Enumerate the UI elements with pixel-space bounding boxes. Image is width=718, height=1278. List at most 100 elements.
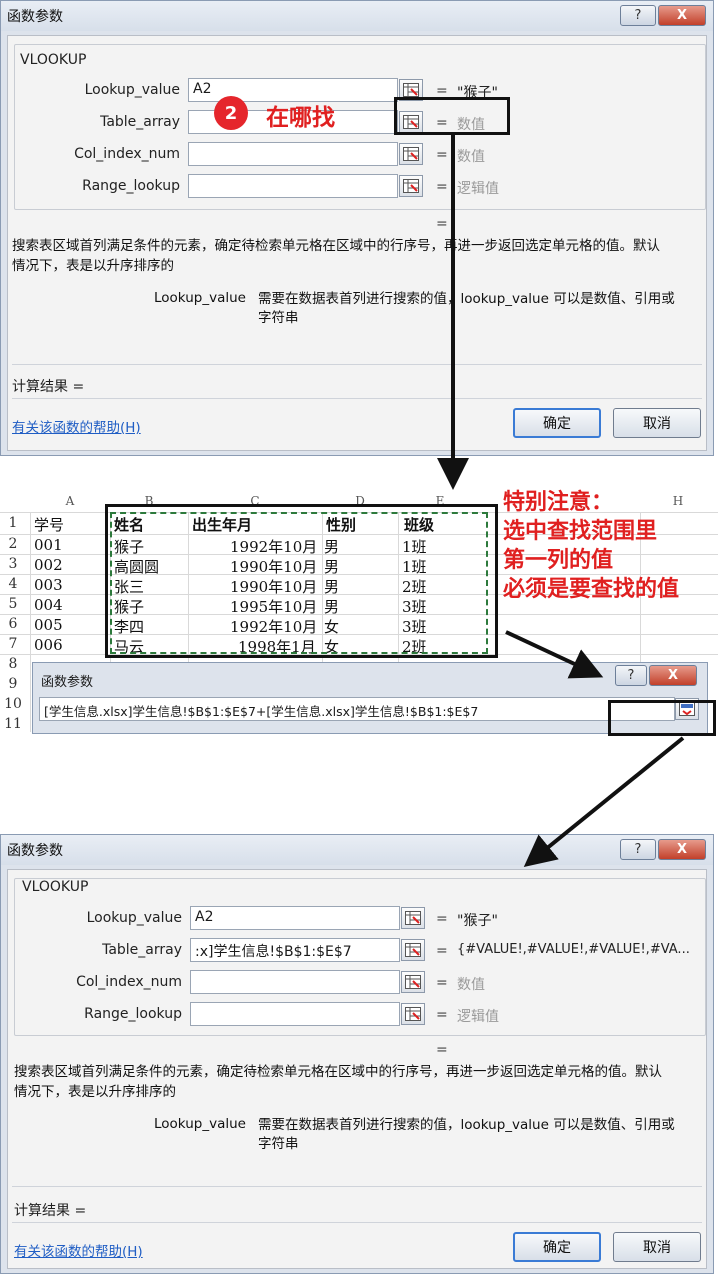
note-line: 第一列的值 <box>503 548 614 573</box>
description-line: 情况下，表是以升序排序的 <box>12 258 174 274</box>
close-button[interactable]: X <box>658 5 706 26</box>
function-name: VLOOKUP <box>22 879 89 895</box>
row-number: 7 <box>8 636 18 652</box>
arg-result: 逻辑值 <box>457 1009 499 1025</box>
equals-sign: = <box>436 179 448 195</box>
function-help-link[interactable]: 有关该函数的帮助(H) <box>12 416 141 436</box>
row-number: 6 <box>8 616 18 632</box>
collapse-ref-button[interactable] <box>399 143 423 165</box>
grid-line <box>30 512 31 732</box>
description-line: 搜索表区域首列满足条件的元素，确定待检索单元格在区域中的行序号，再进一步返回选定… <box>12 238 660 254</box>
function-args-dialog-1: 函数参数 ? X VLOOKUP Lookup_value A2 = "猴子" … <box>0 0 714 456</box>
col-index-num-input[interactable] <box>188 142 398 166</box>
range-select-icon <box>403 147 419 161</box>
arg-result: 数值 <box>457 149 485 165</box>
table-array-input[interactable]: :x]学生信息!$B$1:$E$7 <box>190 938 400 962</box>
function-help-link[interactable]: 有关该函数的帮助(H) <box>14 1240 143 1260</box>
cell-header[interactable]: 学号 <box>34 514 64 535</box>
dialog-titlebar: 函数参数 <box>1 1 713 31</box>
close-button[interactable]: X <box>658 839 706 860</box>
row-number: 1 <box>8 515 18 531</box>
cell-id[interactable]: 005 <box>34 616 63 634</box>
arg-label: Lookup_value <box>86 910 182 926</box>
highlight-box <box>608 700 716 736</box>
range-input[interactable]: [学生信息.xlsx]学生信息!$B$1:$E$7+[学生信息.xlsx]学生信… <box>39 697 675 721</box>
range-lookup-input[interactable] <box>190 1002 400 1026</box>
cell-id[interactable]: 003 <box>34 576 63 594</box>
cancel-button[interactable]: 取消 <box>613 408 701 438</box>
help-button[interactable]: ? <box>615 665 647 686</box>
help-icon: ? <box>627 668 635 683</box>
lookup-value-input[interactable]: A2 <box>190 906 400 930</box>
arg-result: 逻辑值 <box>457 181 499 197</box>
help-icon: ? <box>634 842 642 857</box>
close-icon: X <box>676 8 688 23</box>
cell-id[interactable]: 006 <box>34 636 63 654</box>
note-line: 选中查找范围里 <box>503 519 658 544</box>
annotation-where: 在哪找 <box>266 105 335 131</box>
arg-label: Range_lookup <box>82 178 180 194</box>
collapsed-args-dialog: 函数参数 ? X [学生信息.xlsx]学生信息!$B$1:$E$7+[学生信息… <box>32 662 708 734</box>
help-button[interactable]: ? <box>620 5 656 26</box>
close-icon: X <box>676 842 688 857</box>
cell-id[interactable]: 004 <box>34 596 63 614</box>
row-number: 5 <box>8 596 18 612</box>
function-description: 搜索表区域首列满足条件的元素，确定待检索单元格在区域中的行序号，再进一步返回选定… <box>12 236 702 276</box>
function-name: VLOOKUP <box>20 52 87 68</box>
collapse-ref-button[interactable] <box>401 1003 425 1025</box>
dialog-title: 函数参数 <box>7 9 63 25</box>
collapse-ref-button[interactable] <box>401 971 425 993</box>
arg-description: 需要在数据表首列进行搜索的值，lookup_value 可以是数值、引用或 字符… <box>258 290 703 328</box>
arg-result: {#VALUE!,#VALUE!,#VALUE!,#VA... <box>457 942 690 957</box>
collapse-ref-button[interactable] <box>399 175 423 197</box>
help-button[interactable]: ? <box>620 839 656 860</box>
dialog-title: 函数参数 <box>7 843 63 859</box>
close-icon: X <box>667 668 679 683</box>
arg-description-name: Lookup_value <box>154 290 246 306</box>
lookup-value-input[interactable]: A2 <box>188 78 398 102</box>
divider <box>12 364 702 365</box>
row-number: 2 <box>8 536 18 552</box>
close-button[interactable]: X <box>649 665 697 686</box>
note-line: 特别注意： <box>503 490 614 515</box>
range-select-icon <box>403 179 419 193</box>
dialog-body: VLOOKUP Lookup_value A2 = "猴子" Table_arr… <box>7 869 707 1269</box>
arg-label: Lookup_value <box>84 82 180 98</box>
ok-button[interactable]: 确定 <box>513 1232 601 1262</box>
arg-label: Table_array <box>102 942 182 958</box>
divider <box>12 398 702 399</box>
function-result-equals: = <box>436 216 448 232</box>
cell-id[interactable]: 001 <box>34 536 63 554</box>
collapse-ref-button[interactable] <box>401 939 425 961</box>
arg-description-line: 字符串 <box>258 1136 299 1152</box>
range-select-icon <box>405 975 421 989</box>
arg-description-name: Lookup_value <box>154 1116 246 1132</box>
dialog-titlebar: 函数参数 <box>1 835 713 865</box>
dialog-title: 函数参数 <box>41 675 94 690</box>
arg-label: Table_array <box>100 114 180 130</box>
row-number: 11 <box>4 716 22 732</box>
arg-description-line: 需要在数据表首列进行搜索的值，lookup_value 可以是数值、引用或 <box>258 1117 675 1133</box>
arg-label: Col_index_num <box>74 146 180 162</box>
row-number: 3 <box>8 556 18 572</box>
arg-result: "猴子" <box>457 913 498 929</box>
description-line: 搜索表区域首列满足条件的元素，确定待检索单元格在区域中的行序号，再进一步返回选定… <box>14 1064 662 1080</box>
range-select-icon <box>405 943 421 957</box>
dialog-body: VLOOKUP Lookup_value A2 = "猴子" Table_arr… <box>7 35 707 451</box>
cell-id[interactable]: 002 <box>34 556 63 574</box>
divider <box>12 1186 702 1187</box>
ok-button[interactable]: 确定 <box>513 408 601 438</box>
range-lookup-input[interactable] <box>188 174 398 198</box>
range-select-icon <box>405 1007 421 1021</box>
collapse-ref-button[interactable] <box>401 907 425 929</box>
function-description: 搜索表区域首列满足条件的元素，确定待检索单元格在区域中的行序号，再进一步返回选定… <box>14 1062 704 1102</box>
function-args-dialog-2: 函数参数 ? X VLOOKUP Lookup_value A2 = "猴子" … <box>0 834 714 1274</box>
cancel-button[interactable]: 取消 <box>613 1232 701 1262</box>
highlight-box <box>105 504 498 658</box>
step-badge: 2 <box>214 96 248 130</box>
equals-sign: = <box>436 147 448 163</box>
arg-label: Col_index_num <box>76 974 182 990</box>
col-index-num-input[interactable] <box>190 970 400 994</box>
arg-result: 数值 <box>457 977 485 993</box>
equals-sign: = <box>436 943 448 959</box>
